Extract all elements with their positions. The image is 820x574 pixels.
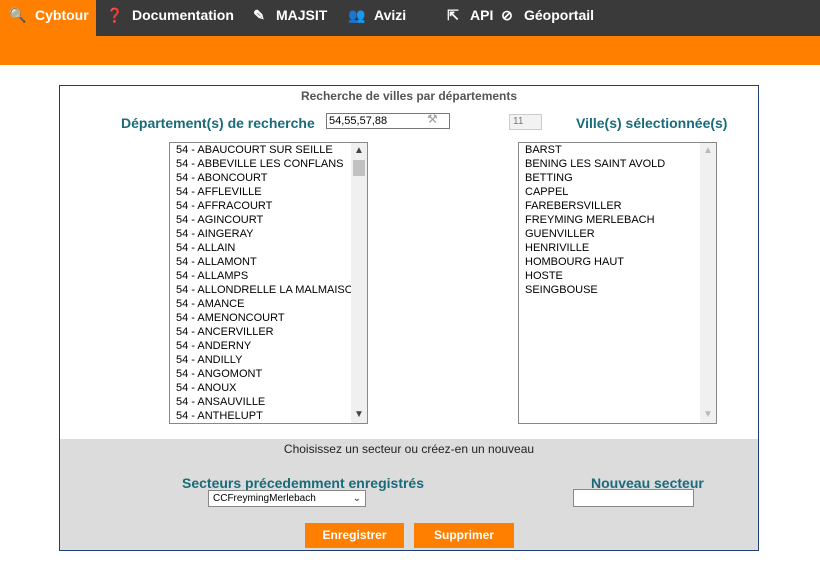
cybtour-icon: 🔍	[9, 7, 27, 23]
scrollbar[interactable]: ▲ ▼	[700, 143, 716, 423]
selected-cities-label: Ville(s) sélectionnée(s)	[576, 115, 728, 131]
selected-count: 11	[509, 114, 542, 130]
documentation-icon: ❓	[106, 7, 124, 23]
nav-majsit[interactable]: ✎ MAJSIT	[240, 0, 338, 30]
save-button[interactable]: Enregistrer	[305, 523, 404, 548]
geoportail-icon: ⊘	[501, 7, 513, 23]
previous-sectors-label: Secteurs précedemment enregistrés	[182, 475, 424, 491]
list-item[interactable]: 54 - ANGOMONT	[170, 367, 351, 381]
list-item[interactable]: 54 - AINGERAY	[170, 227, 351, 241]
list-item[interactable]: 54 - ALLONDRELLE LA MALMAISON	[170, 283, 351, 297]
list-item[interactable]: BETTING	[519, 171, 700, 185]
list-item[interactable]: HOMBOURG HAUT	[519, 255, 700, 269]
list-item[interactable]: 54 - ALLAMONT	[170, 255, 351, 269]
list-item[interactable]: CAPPEL	[519, 185, 700, 199]
nav-geoportail[interactable]: ⊘ Géoportail	[488, 0, 598, 30]
list-item[interactable]: 54 - AFFLEVILLE	[170, 185, 351, 199]
list-item[interactable]: GUENVILLER	[519, 227, 700, 241]
list-item[interactable]: 54 - AFFRACOURT	[170, 199, 351, 213]
scrollbar[interactable]: ▲ ▼	[351, 143, 367, 423]
scroll-up-icon[interactable]: ▲	[700, 143, 716, 159]
sector-section: Choisissez un secteur ou créez-en un nou…	[60, 439, 758, 550]
list-item[interactable]: FREYMING MERLEBACH	[519, 213, 700, 227]
nav-api[interactable]: ⇱ API	[434, 0, 493, 30]
list-item[interactable]: SEINGBOUSE	[519, 283, 700, 297]
department-label: Département(s) de recherche	[121, 115, 315, 131]
nav-avizi[interactable]: 👥 Avizi	[338, 0, 434, 30]
list-item[interactable]: 54 - ABONCOURT	[170, 171, 351, 185]
scroll-up-icon[interactable]: ▲	[351, 143, 367, 159]
search-panel: Recherche de villes par départements Dép…	[59, 85, 759, 551]
chevron-down-icon: ⌄	[352, 493, 361, 504]
nav-cybtour[interactable]: 🔍 Cybtour	[0, 0, 96, 36]
panel-title: Recherche de villes par départements	[300, 89, 518, 103]
wrench-icon[interactable]: ⚒	[427, 112, 438, 126]
new-sector-input[interactable]	[573, 489, 694, 507]
nav-label: Documentation	[132, 7, 234, 23]
sector-select-value: CCFreymingMerlebach	[213, 493, 316, 504]
list-item[interactable]: 54 - AMENONCOURT	[170, 311, 351, 325]
api-icon: ⇱	[447, 7, 459, 23]
list-item[interactable]: BARST	[519, 143, 700, 157]
sector-select[interactable]: CCFreymingMerlebach ⌄	[208, 490, 366, 507]
list-item[interactable]: 54 - AMANCE	[170, 297, 351, 311]
list-item[interactable]: HENRIVILLE	[519, 241, 700, 255]
list-item[interactable]: 54 - ABBEVILLE LES CONFLANS	[170, 157, 351, 171]
list-item[interactable]: 54 - ANDERNY	[170, 339, 351, 353]
list-item[interactable]: 54 - ANSAUVILLE	[170, 395, 351, 409]
scroll-down-icon[interactable]: ▼	[351, 407, 367, 423]
sector-title: Choisissez un secteur ou créez-en un nou…	[283, 442, 535, 456]
list-item[interactable]: HOSTE	[519, 269, 700, 283]
list-item[interactable]: 54 - ANDILLY	[170, 353, 351, 367]
scroll-down-icon[interactable]: ▼	[700, 407, 716, 423]
list-item[interactable]: FAREBERSVILLER	[519, 199, 700, 213]
top-navigation: 🔍 Cybtour ❓ Documentation ✎ MAJSIT 👥 Avizi ⇱ API ⊘…	[0, 0, 820, 36]
list-item[interactable]: 54 - AGINCOURT	[170, 213, 351, 227]
list-item[interactable]: BENING LES SAINT AVOLD	[519, 157, 700, 171]
list-items: BARST BENING LES SAINT AVOLD BETTING CAPPEL…	[519, 143, 700, 297]
list-item[interactable]: 54 - ABAUCOURT SUR SEILLE	[170, 143, 351, 157]
selected-cities-list[interactable]: BARST BENING LES SAINT AVOLD BETTING CAPPEL…	[518, 142, 717, 424]
delete-button[interactable]: Supprimer	[414, 523, 514, 548]
nav-label: Géoportail	[524, 7, 595, 23]
list-item[interactable]: 54 - ALLAMPS	[170, 269, 351, 283]
majsit-icon: ✎	[253, 7, 265, 23]
orange-banner	[0, 36, 820, 65]
list-item[interactable]: 54 - ANCERVILLER	[170, 325, 351, 339]
nav-label: Avizi	[374, 7, 407, 23]
list-item[interactable]: 54 - ANTHELUPT	[170, 409, 351, 423]
avizi-icon: 👥	[348, 7, 366, 23]
nav-documentation[interactable]: ❓ Documentation	[96, 0, 240, 30]
list-item[interactable]: 54 - ALLAIN	[170, 241, 351, 255]
list-items: 54 - ABAUCOURT SUR SEILLE 54 - ABBEVILLE …	[170, 143, 351, 423]
scroll-thumb[interactable]	[353, 160, 365, 176]
nav-label: MAJSIT	[276, 7, 328, 23]
list-item[interactable]: 54 - ANOUX	[170, 381, 351, 395]
nav-label: Cybtour	[35, 7, 89, 23]
department-cities-list[interactable]: 54 - ABAUCOURT SUR SEILLE 54 - ABBEVILLE …	[169, 142, 368, 424]
